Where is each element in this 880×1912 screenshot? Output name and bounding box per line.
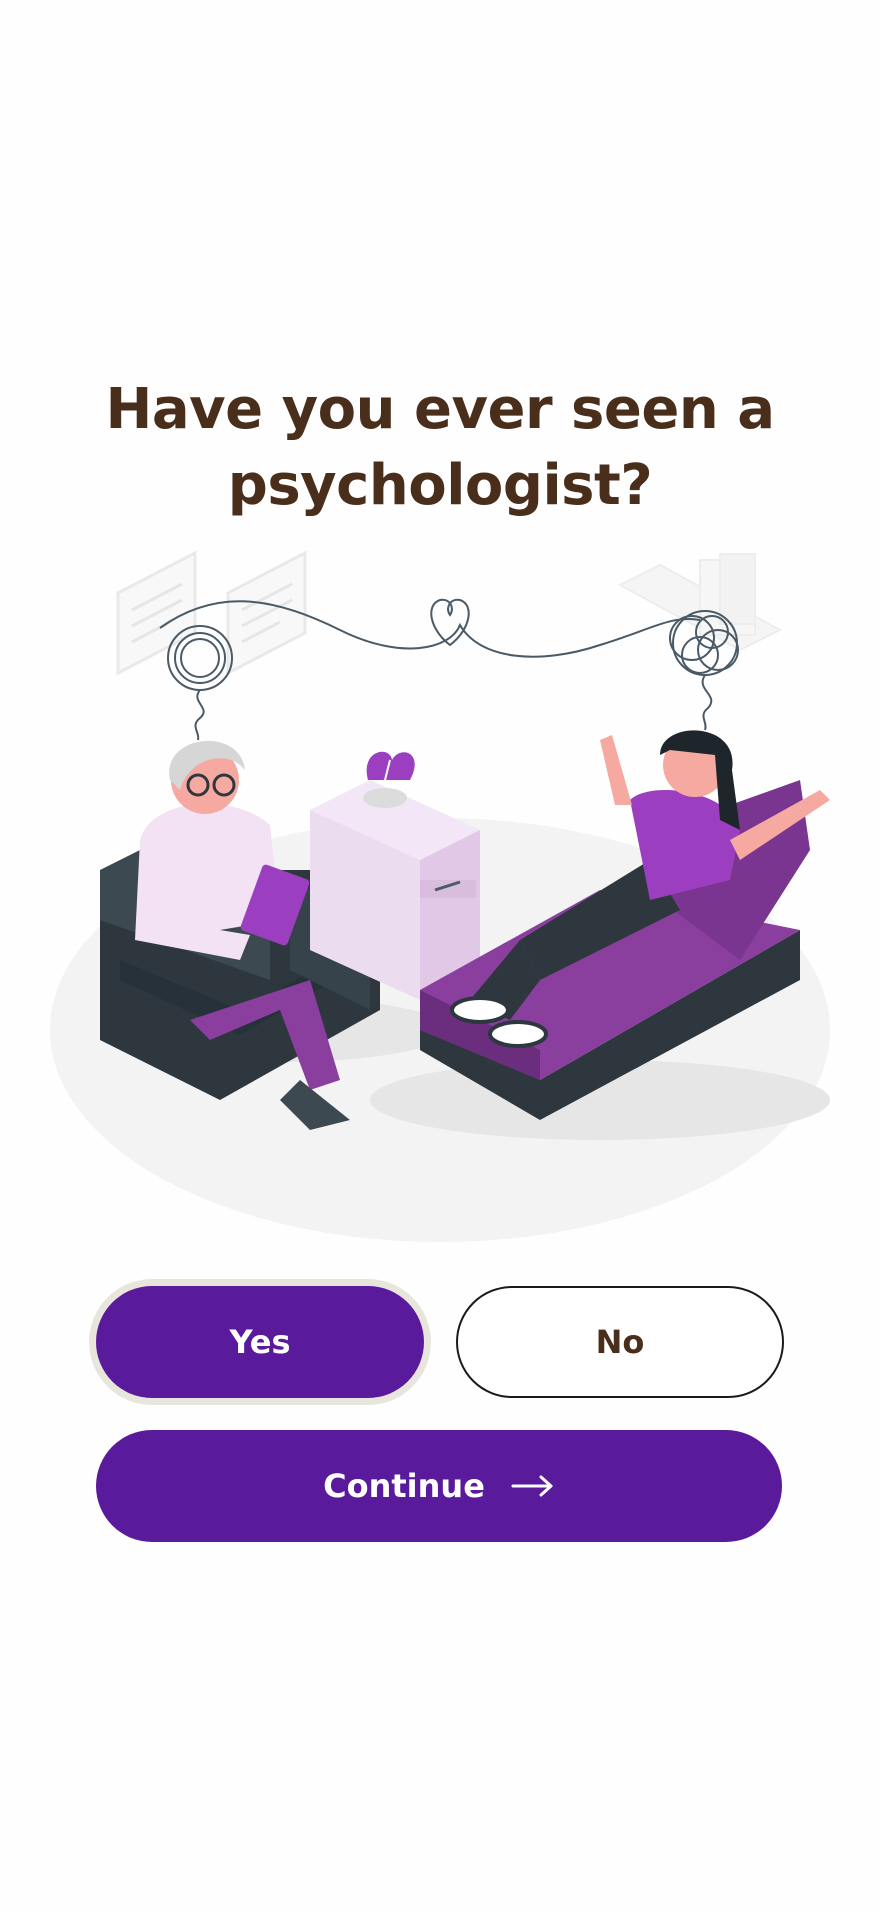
yes-button-label: Yes [229, 1323, 291, 1361]
bookshelf-icon [617, 553, 783, 652]
no-button[interactable]: No [456, 1286, 784, 1398]
continue-button[interactable]: Continue [96, 1430, 782, 1542]
question-title: Have you ever seen a psychologist? [105, 377, 776, 518]
therapy-session-illustration [50, 550, 830, 1242]
certificates-icon [116, 550, 307, 676]
continue-button-label: Continue [323, 1467, 485, 1505]
onboarding-screen: Have you ever seen a psychologist? Yes N… [0, 0, 880, 1912]
arrow-right-icon [511, 1475, 553, 1497]
yes-button[interactable]: Yes [96, 1286, 424, 1398]
no-button-label: No [595, 1323, 645, 1361]
